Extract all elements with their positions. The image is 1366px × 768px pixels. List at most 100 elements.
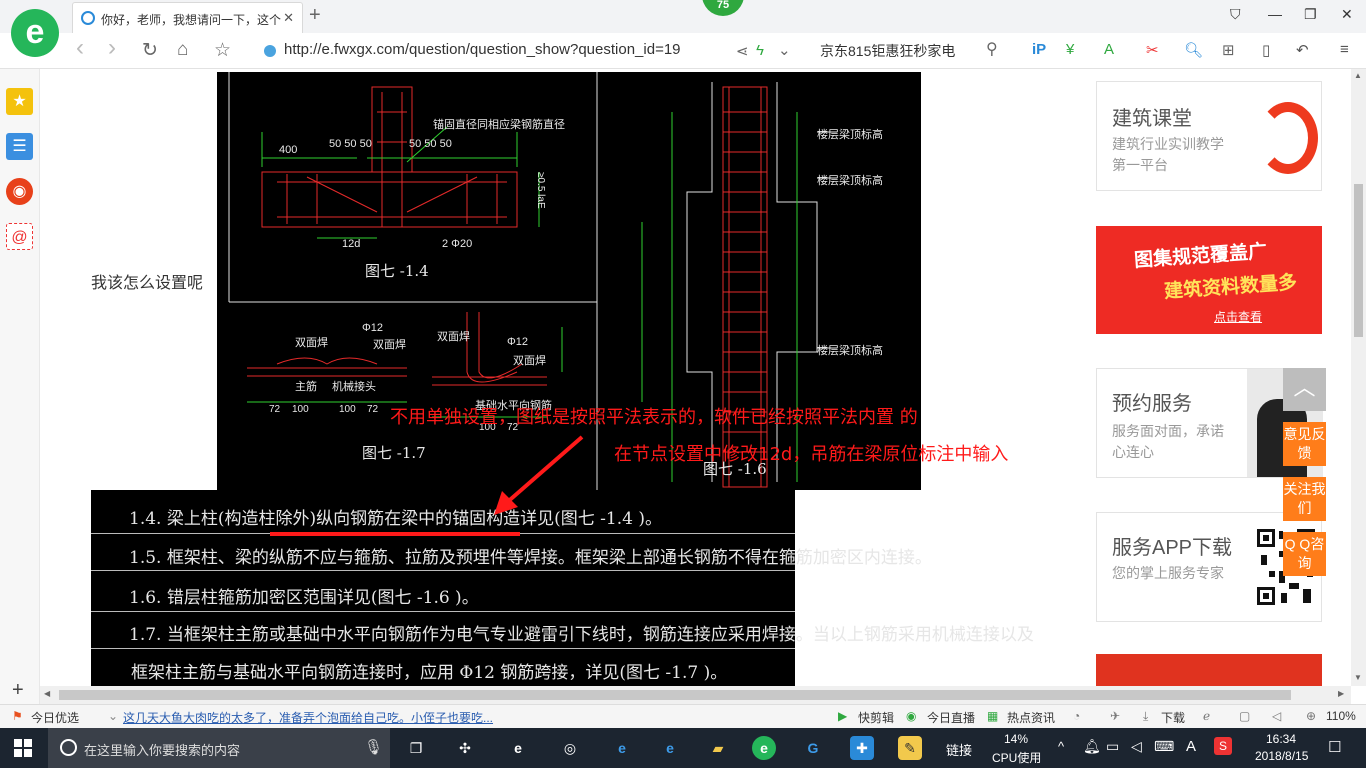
- undo-icon[interactable]: ↶: [1296, 41, 1309, 59]
- back-button[interactable]: ‹: [76, 34, 84, 62]
- scissors-icon[interactable]: ✂: [1146, 41, 1159, 59]
- dropdown-chevron-icon[interactable]: ⌄: [778, 41, 791, 59]
- new-tab-button[interactable]: +: [309, 4, 321, 27]
- list-icon[interactable]: ☰: [6, 133, 33, 160]
- clock-time[interactable]: 16:34: [1266, 732, 1296, 746]
- pick-icon: ⚑: [12, 709, 23, 723]
- cad-label-anchor: 锚固直径同相应梁钢筋直径: [433, 119, 565, 131]
- share-icon[interactable]: ⋖: [736, 42, 749, 60]
- ie-mode-icon[interactable]: ℯ: [1203, 709, 1210, 723]
- search-icon[interactable]: ⚲: [986, 39, 998, 59]
- speed-icon[interactable]: ◔: [1073, 709, 1080, 723]
- banner-view-link[interactable]: 点击查看: [1214, 308, 1262, 325]
- plane-icon[interactable]: ✈: [1110, 709, 1120, 723]
- windows-start-button[interactable]: [14, 739, 32, 757]
- notepad-app-icon[interactable]: ✎: [898, 736, 922, 760]
- minimize-button[interactable]: —: [1268, 6, 1282, 22]
- menu-icon[interactable]: ≡: [1340, 41, 1349, 58]
- secure-browser-taskbar-icon[interactable]: e: [752, 736, 776, 760]
- money-shield-icon[interactable]: ¥: [1066, 41, 1074, 58]
- forward-button[interactable]: ›: [108, 34, 116, 62]
- address-bar[interactable]: http://e.fwxgx.com/question/question_sho…: [258, 39, 810, 63]
- sogou-ime-icon[interactable]: S: [1214, 737, 1232, 755]
- email-icon[interactable]: @: [6, 223, 33, 250]
- cad-floor-2: 楼层梁顶标高: [817, 175, 883, 187]
- g-app-icon[interactable]: G: [801, 736, 825, 760]
- weibo-icon[interactable]: ◉: [6, 178, 33, 205]
- taskbar-search-box[interactable]: 在这里输入你要搜索的内容 🎙︎: [48, 728, 390, 768]
- search-suggestion[interactable]: 京东815钜惠狂秒家电: [820, 41, 955, 61]
- ad-service-title: 预约服务: [1112, 393, 1192, 415]
- feedback-button[interactable]: 意见反馈: [1283, 422, 1326, 466]
- flash-icon[interactable]: ϟ: [756, 42, 764, 59]
- chevron-down-icon[interactable]: ⌄: [108, 709, 118, 723]
- fan-app-icon[interactable]: ✣: [453, 736, 477, 760]
- restore-button[interactable]: ❐: [1304, 6, 1317, 23]
- kuaijianji-link[interactable]: 快剪辑: [858, 709, 894, 726]
- qq-consult-button[interactable]: Q Q咨询: [1283, 532, 1326, 576]
- today-pick-link[interactable]: 今日优选: [31, 709, 79, 726]
- mute-icon[interactable]: ◁: [1272, 709, 1281, 723]
- favorite-star-button[interactable]: ☆: [214, 39, 231, 62]
- follow-us-button[interactable]: 关注我们: [1283, 477, 1326, 521]
- zoom-icon[interactable]: ⊕: [1306, 709, 1316, 723]
- hot-news-link[interactable]: 热点资讯: [1007, 709, 1055, 726]
- news-ticker[interactable]: 这几天大鱼大肉吃的太多了，准备弄个泡面给自己吃。小侄子也要吃...: [123, 709, 493, 726]
- red-underline: [270, 532, 520, 536]
- volume-icon[interactable]: ◁: [1131, 738, 1142, 755]
- keyboard-icon[interactable]: ⌨: [1154, 738, 1174, 755]
- scroll-left-icon[interactable]: ◀: [44, 689, 50, 698]
- network-icon[interactable]: ▭: [1106, 738, 1119, 755]
- horizontal-scroll-thumb[interactable]: [59, 690, 1291, 700]
- site-security-icon[interactable]: [264, 45, 276, 57]
- back-to-top-button[interactable]: ︿: [1283, 368, 1326, 411]
- ime-indicator[interactable]: A: [1186, 738, 1196, 755]
- vertical-scroll-thumb[interactable]: [1354, 184, 1363, 337]
- live-link[interactable]: 今日直播: [927, 709, 975, 726]
- favorites-star-icon[interactable]: ★: [6, 88, 33, 115]
- plus-app-icon[interactable]: ✚: [850, 736, 874, 760]
- download-link[interactable]: 下载: [1161, 709, 1185, 726]
- ad-course-card[interactable]: 建筑课堂 建筑行业实训教学第一平台: [1096, 81, 1322, 191]
- ad-banner-atlas[interactable]: 图集规范覆盖广 建筑资料数量多 点击查看: [1096, 226, 1322, 334]
- zoom-level[interactable]: 110%: [1326, 709, 1356, 723]
- reload-button[interactable]: ↻: [142, 39, 158, 62]
- browser-logo[interactable]: e: [11, 9, 59, 57]
- url-text[interactable]: http://e.fwxgx.com/question/question_sho…: [284, 41, 681, 58]
- translate-icon[interactable]: A: [1104, 41, 1114, 58]
- scroll-up-icon[interactable]: ▲: [1354, 71, 1362, 80]
- speed-badge[interactable]: 75: [702, 0, 744, 16]
- add-sidebar-icon[interactable]: +: [12, 679, 24, 702]
- file-explorer-icon[interactable]: ▰: [706, 736, 730, 760]
- apps-icon[interactable]: ⊞: [1222, 41, 1235, 59]
- tray-chevron-icon[interactable]: ^: [1058, 739, 1064, 754]
- cad-fig-1-4: 图七 -1.4: [365, 262, 429, 280]
- ip-icon[interactable]: iP: [1032, 41, 1046, 58]
- action-center-icon[interactable]: ☐: [1328, 738, 1341, 756]
- edge-icon[interactable]: e: [610, 736, 634, 760]
- shirt-icon[interactable]: ⛉: [1230, 6, 1241, 23]
- 360-app-icon[interactable]: ◎: [558, 736, 582, 760]
- cpu-label: CPU使用: [992, 751, 1042, 765]
- tablet-icon[interactable]: ▯: [1262, 41, 1270, 59]
- browser-tab[interactable]: 你好，老师，我想请问一下，这个 ✕: [72, 2, 303, 33]
- scroll-down-icon[interactable]: ▼: [1354, 673, 1362, 682]
- home-button[interactable]: ⌂: [177, 39, 188, 61]
- internet-explorer-icon[interactable]: e: [658, 736, 682, 760]
- close-tab-icon[interactable]: ✕: [283, 10, 294, 26]
- horizontal-scrollbar[interactable]: ◀ ▶: [40, 686, 1351, 704]
- notification-bell-icon[interactable]: 🔔︎: [1083, 738, 1101, 755]
- scroll-right-icon[interactable]: ▶: [1338, 689, 1344, 698]
- clock-date[interactable]: 2018/8/15: [1255, 749, 1308, 763]
- taskbar-link-label[interactable]: 链接: [946, 740, 972, 759]
- microphone-icon[interactable]: 🎙︎: [364, 738, 383, 756]
- ad-banner-bottom[interactable]: [1096, 654, 1322, 686]
- ie-browser-icon[interactable]: e: [506, 736, 530, 760]
- window-icon[interactable]: ▢: [1239, 709, 1250, 723]
- vertical-scrollbar[interactable]: ▲ ▼: [1351, 69, 1366, 686]
- cad-weld-right: 双面焊: [373, 339, 406, 351]
- task-view-icon[interactable]: ❐: [404, 736, 428, 760]
- close-window-button[interactable]: ✕: [1341, 6, 1353, 23]
- magnifier-icon[interactable]: 🔍︎: [1184, 41, 1203, 59]
- download-icon[interactable]: ⤓: [1143, 709, 1148, 724]
